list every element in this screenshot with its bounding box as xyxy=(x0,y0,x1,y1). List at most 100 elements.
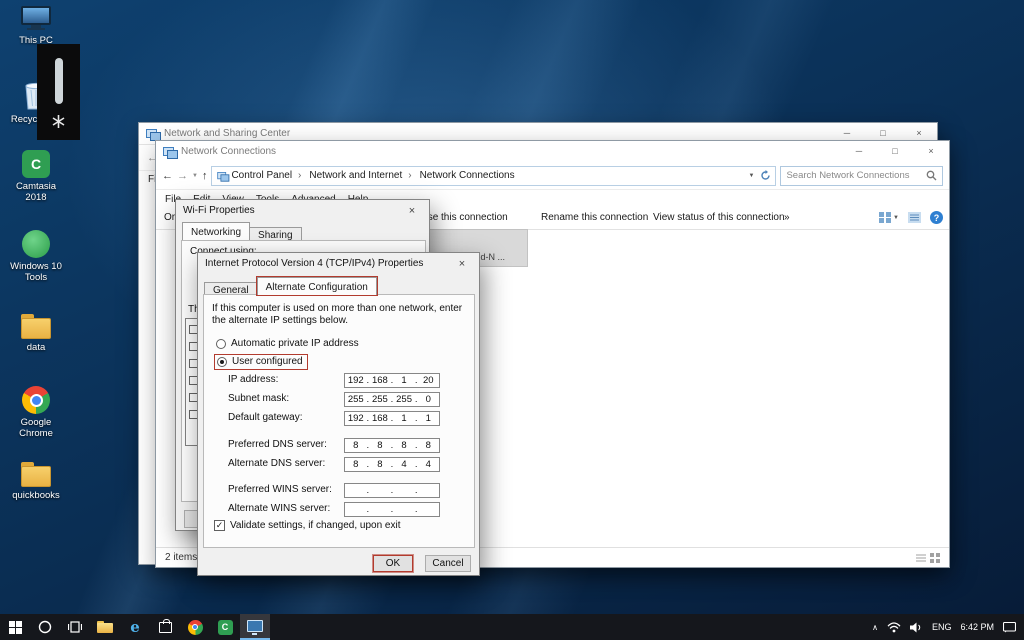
address-bar[interactable]: Control Panel Network and Internet Netwo… xyxy=(211,165,777,186)
minimize-button[interactable]: ─ xyxy=(841,141,877,161)
titlebar[interactable]: Wi-Fi Properties × xyxy=(176,200,429,221)
radio-user-configured[interactable]: User configured xyxy=(214,354,308,370)
field-label: Alternate DNS server: xyxy=(228,458,326,469)
field-label: Alternate WINS server: xyxy=(228,503,331,514)
start-button[interactable] xyxy=(0,614,30,640)
desktop-icon-camtasia[interactable]: C Camtasia 2018 xyxy=(8,150,64,203)
tab-alternate-configuration[interactable]: Alternate Configuration xyxy=(256,277,377,295)
up-icon[interactable]: ↑ xyxy=(202,170,208,182)
close-button[interactable]: × xyxy=(913,141,949,161)
forward-icon[interactable]: → xyxy=(177,170,188,182)
desktop-icon-data[interactable]: data xyxy=(8,314,64,353)
alternate-dns-input[interactable]: 8844 xyxy=(344,457,440,472)
description-text: If this computer is used on more than on… xyxy=(212,303,463,326)
desktop-icon-this-pc[interactable]: This PC xyxy=(8,6,64,46)
desktop-icon-windows-10-tools[interactable]: Windows 10 Tools xyxy=(8,230,64,283)
search-input[interactable]: Search Network Connections xyxy=(780,165,943,186)
field-row: Default gateway: 19216811 xyxy=(198,411,479,426)
desktop-icon-google-chrome[interactable]: Google Chrome xyxy=(8,386,64,439)
breadcrumb-item[interactable]: Network Connections xyxy=(420,170,515,181)
radio-icon xyxy=(216,338,226,349)
back-icon[interactable]: ← xyxy=(162,170,173,182)
window-title: Network Connections xyxy=(181,146,277,157)
close-icon[interactable]: × xyxy=(449,255,475,272)
screen-tool-overlay[interactable] xyxy=(37,44,80,140)
maximize-button[interactable]: □ xyxy=(877,141,913,161)
tool-slider[interactable] xyxy=(54,58,63,104)
layout-toggle-icon[interactable]: ▼ xyxy=(879,212,899,223)
subnet-mask-input[interactable]: 2552552550 xyxy=(344,392,440,407)
radio-label: Automatic private IP address xyxy=(231,338,359,349)
items-count: 2 items xyxy=(165,552,198,563)
field-label: Default gateway: xyxy=(228,412,303,423)
validate-settings-checkbox[interactable]: ✓ Validate settings, if changed, upon ex… xyxy=(214,520,400,531)
chrome-taskbar-icon[interactable] xyxy=(180,614,210,640)
breadcrumb-item[interactable]: Control Panel xyxy=(231,170,307,181)
window-title: Network and Sharing Center xyxy=(164,128,291,139)
field-label: IP address: xyxy=(228,374,279,385)
radio-label: User configured xyxy=(232,356,303,367)
tab-strip: Networking Sharing xyxy=(182,222,302,242)
chrome-icon xyxy=(22,386,50,414)
field-label: Preferred WINS server: xyxy=(228,484,332,495)
search-icon[interactable] xyxy=(926,170,937,181)
field-row: Alternate DNS server: 8844 xyxy=(198,457,479,472)
folder-icon xyxy=(21,314,51,339)
rename-connection-button[interactable]: Rename this connection xyxy=(541,212,648,223)
breadcrumb-item[interactable]: Network and Internet xyxy=(309,170,417,181)
alternate-wins-input[interactable] xyxy=(344,502,440,517)
field-row: Preferred WINS server: xyxy=(198,483,479,498)
view-status-button[interactable]: View status of this connection xyxy=(653,212,785,223)
ok-button[interactable]: OK xyxy=(373,555,413,572)
speaker-icon[interactable] xyxy=(909,622,923,633)
toolbar-more-button[interactable]: » xyxy=(784,212,790,223)
field-label: Preferred DNS server: xyxy=(228,439,327,450)
address-dropdown-icon[interactable]: ▼ xyxy=(749,173,755,179)
task-view-button[interactable] xyxy=(60,614,90,640)
clock[interactable]: 6:42 PM xyxy=(960,622,994,632)
tool-settings-icon[interactable] xyxy=(51,114,66,129)
field-row: Preferred DNS server: 8888 xyxy=(198,438,479,453)
close-icon[interactable]: × xyxy=(399,202,425,219)
thumbnail-view-icon[interactable] xyxy=(930,552,940,563)
ip-address-input[interactable]: 192168120 xyxy=(344,373,440,388)
edge-icon[interactable]: e xyxy=(120,614,150,640)
icon-label: Windows 10 Tools xyxy=(10,261,62,283)
radio-automatic-private-ip[interactable]: Automatic private IP address xyxy=(216,338,359,349)
tray-chevron-icon[interactable]: ∧ xyxy=(872,623,878,632)
navigation-bar: ← → ▼ ↑ Control Panel Network and Intern… xyxy=(156,162,949,190)
checkbox-icon: ✓ xyxy=(214,520,225,531)
field-row: Subnet mask: 2552552550 xyxy=(198,392,479,407)
action-center-icon[interactable] xyxy=(1003,621,1016,633)
titlebar[interactable]: Internet Protocol Version 4 (TCP/IPv4) P… xyxy=(198,253,479,274)
desktop-icon-quickbooks[interactable]: quickbooks xyxy=(8,462,64,501)
folder-icon xyxy=(21,462,51,487)
file-explorer-icon[interactable] xyxy=(90,614,120,640)
field-label: Subnet mask: xyxy=(228,393,290,404)
list-view-icon[interactable] xyxy=(916,553,926,563)
camtasia-taskbar-icon[interactable]: C xyxy=(210,614,240,640)
preferred-dns-input[interactable]: 8888 xyxy=(344,438,440,453)
dialog-ipv4-properties[interactable]: Internet Protocol Version 4 (TCP/IPv4) P… xyxy=(197,252,480,576)
active-window-taskbar-icon[interactable] xyxy=(240,614,270,640)
icon-label: Camtasia 2018 xyxy=(15,181,57,203)
windows-10-tools-icon xyxy=(22,230,50,258)
recent-pages-icon[interactable]: ▼ xyxy=(192,173,198,179)
cancel-button[interactable]: Cancel xyxy=(425,555,471,572)
language-indicator[interactable]: ENG xyxy=(932,622,952,632)
wifi-icon[interactable] xyxy=(887,621,901,633)
location-icon xyxy=(217,171,230,182)
refresh-icon[interactable] xyxy=(760,170,771,181)
tab-strip: General Alternate Configuration xyxy=(204,277,377,297)
field-row: Alternate WINS server: xyxy=(198,502,479,517)
default-gateway-input[interactable]: 19216811 xyxy=(344,411,440,426)
titlebar[interactable]: Network Connections ─ □ × xyxy=(156,141,949,162)
dialog-title: Internet Protocol Version 4 (TCP/IPv4) P… xyxy=(205,258,424,269)
store-icon[interactable] xyxy=(150,614,180,640)
details-view-icon[interactable] xyxy=(908,212,921,223)
field-row: IP address: 192168120 xyxy=(198,373,479,388)
cortana-search-button[interactable] xyxy=(30,614,60,640)
tab-networking[interactable]: Networking xyxy=(182,222,251,240)
preferred-wins-input[interactable] xyxy=(344,483,440,498)
help-icon[interactable]: ? xyxy=(930,211,943,224)
